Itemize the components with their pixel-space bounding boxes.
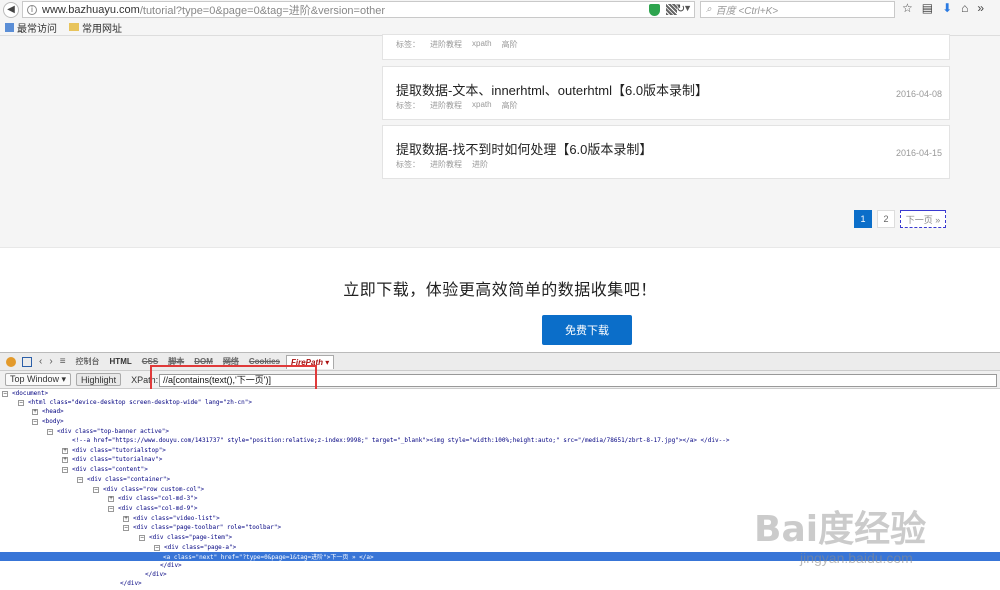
info-icon[interactable]: i <box>27 4 37 15</box>
collapse-icon[interactable]: − <box>123 524 129 531</box>
home-icon[interactable]: ⌂ <box>961 1 968 15</box>
download-icon[interactable]: ⬇ <box>942 1 952 15</box>
url-bar[interactable]: i www.bazhuayu.com/tutorial?type=0&page=… <box>22 1 695 18</box>
article-title[interactable]: 提取数据-找不到时如何处理【6.0版本录制】 <box>396 139 652 158</box>
tag-link[interactable]: 进阶教程 <box>430 159 462 170</box>
article-tags: 标签： 进阶教程 进阶 <box>396 159 488 170</box>
free-download-button[interactable]: 免费下载 <box>542 315 632 345</box>
tree-node[interactable]: − <div class="col-md-9"> <box>108 504 197 513</box>
tree-node-close[interactable]: </div> <box>145 570 167 579</box>
cta-text: 立即下载，体验更高效简单的数据收集吧！ <box>343 282 657 299</box>
article-card[interactable]: 标签： 进阶教程 xpath 高阶 <box>382 34 950 60</box>
tag-link[interactable]: 高阶 <box>502 100 518 111</box>
page-1-button[interactable]: 1 <box>854 210 872 228</box>
tag-link[interactable]: 进阶 <box>472 159 488 170</box>
reading-list-icon[interactable]: ▤ <box>922 1 933 15</box>
top-window-dropdown[interactable]: Top Window ▾ <box>5 373 72 386</box>
tag-link[interactable]: 高阶 <box>502 39 518 50</box>
article-date: 2016-04-15 <box>895 148 942 158</box>
tree-node[interactable]: − <div class="row custom-col"> <box>93 485 204 494</box>
bookmark-star-icon[interactable]: ☆ <box>902 1 913 15</box>
tree-node[interactable]: − <div class="page-toolbar" role="toolbar… <box>123 523 281 532</box>
tree-node-close[interactable]: </div> <box>160 561 182 570</box>
url-path: /tutorial?type=0&page=0&tag=进阶&version=o… <box>139 4 386 17</box>
expand-icon[interactable]: + <box>62 447 68 454</box>
browser-toolbar: ◀ i www.bazhuayu.com/tutorial?type=0&pag… <box>0 0 1000 19</box>
collapse-icon[interactable]: − <box>62 466 68 473</box>
article-tags: 标签： 进阶教程 xpath 高阶 <box>396 100 518 111</box>
collapse-icon[interactable]: − <box>108 505 114 512</box>
collapse-icon[interactable]: − <box>154 544 160 551</box>
highlight-button[interactable]: Highlight <box>76 373 122 386</box>
expand-icon[interactable]: + <box>62 456 68 463</box>
tree-node[interactable]: + <head> <box>32 407 64 416</box>
tree-node[interactable]: − <div class="page-item"> <box>139 533 232 542</box>
collapse-icon[interactable]: − <box>77 476 83 483</box>
bookmark-most-visited[interactable]: 最常访问 <box>5 20 57 35</box>
collapse-icon[interactable]: − <box>32 418 38 425</box>
forward-icon[interactable]: › <box>49 356 52 367</box>
tag-link[interactable]: 进阶教程 <box>430 39 462 50</box>
back-icon[interactable]: ‹ <box>39 356 42 367</box>
tag-link[interactable]: 进阶教程 <box>430 100 462 111</box>
search-input[interactable]: ⌕ 百度 <Ctrl+K> <box>700 1 895 18</box>
bookmark-common-sites[interactable]: 常用网址 <box>69 20 122 35</box>
article-card[interactable]: 提取数据-找不到时如何处理【6.0版本录制】 标签： 进阶教程 进阶 2016-… <box>382 125 950 179</box>
article-tags: 标签： 进阶教程 xpath 高阶 <box>396 39 518 50</box>
firebug-icon[interactable] <box>6 356 16 367</box>
url-host: www.bazhuayu.com <box>42 3 140 16</box>
collapse-icon[interactable]: − <box>2 390 8 397</box>
search-placeholder: 百度 <Ctrl+K> <box>715 6 779 17</box>
back-arrow-icon[interactable]: ◀ <box>3 1 19 18</box>
menu-icon[interactable]: » <box>977 1 984 15</box>
tree-node[interactable]: − <div class="content"> <box>62 465 148 474</box>
command-icon[interactable]: ≡ <box>60 356 66 367</box>
tab-html[interactable]: HTML <box>110 357 132 366</box>
reload-icon[interactable]: ↻ <box>676 2 685 15</box>
tree-node[interactable]: − <document> <box>2 389 48 398</box>
collapse-icon[interactable]: − <box>93 486 99 493</box>
tree-node-close[interactable]: </div> <box>120 579 142 588</box>
shield-icon[interactable] <box>649 4 661 16</box>
page-content: 标签： 进阶教程 xpath 高阶 提取数据-文本、innerhtml、oute… <box>0 34 1000 352</box>
folder-icon <box>69 23 79 31</box>
article-card[interactable]: 提取数据-文本、innerhtml、outerhtml【6.0版本录制】 标签：… <box>382 66 950 120</box>
tag-link[interactable]: xpath <box>472 100 492 111</box>
page-2-button[interactable]: 2 <box>877 210 895 228</box>
tree-node[interactable]: + <div class="tutorialnav"> <box>62 455 162 464</box>
tree-node[interactable]: − <div class="page-a"> <box>154 543 236 552</box>
expand-icon[interactable]: + <box>108 495 114 502</box>
tree-node-comment[interactable]: <!--a href="https://www.douyu.com/143173… <box>72 436 729 445</box>
bookmark-icon <box>5 22 14 32</box>
tree-node[interactable]: + <div class="col-md-3"> <box>108 494 197 503</box>
watermark-url: jingyan.baidu.com <box>800 550 913 566</box>
tree-node[interactable]: + <div class="video-list"> <box>123 514 220 523</box>
tree-node[interactable]: − <html class="device-desktop screen-desk… <box>18 398 252 407</box>
pagination: 1 2 下一页 » <box>854 210 946 228</box>
next-page-button[interactable]: 下一页 » <box>900 210 946 228</box>
tree-node[interactable]: + <div class="tutorialstop"> <box>62 446 166 455</box>
baidu-watermark: Bai度经验 <box>754 509 927 550</box>
tree-node[interactable]: − <div class="container"> <box>77 475 170 484</box>
tree-node[interactable]: − <div class="top-banner active"> <box>47 427 169 436</box>
collapse-icon[interactable]: − <box>47 428 53 435</box>
tab-console[interactable]: 控制台 <box>76 356 100 367</box>
article-title[interactable]: 提取数据-文本、innerhtml、outerhtml【6.0版本录制】 <box>396 80 708 99</box>
search-icon: ⌕ <box>706 4 712 15</box>
expand-icon[interactable]: + <box>32 408 38 415</box>
inspect-icon[interactable] <box>22 356 32 367</box>
collapse-icon[interactable]: − <box>18 399 24 406</box>
tree-node[interactable]: − <body> <box>32 417 64 426</box>
article-date: 2016-04-08 <box>895 89 942 99</box>
collapse-icon[interactable]: − <box>139 534 145 541</box>
expand-icon[interactable]: + <box>123 515 129 522</box>
tag-link[interactable]: xpath <box>472 39 492 50</box>
